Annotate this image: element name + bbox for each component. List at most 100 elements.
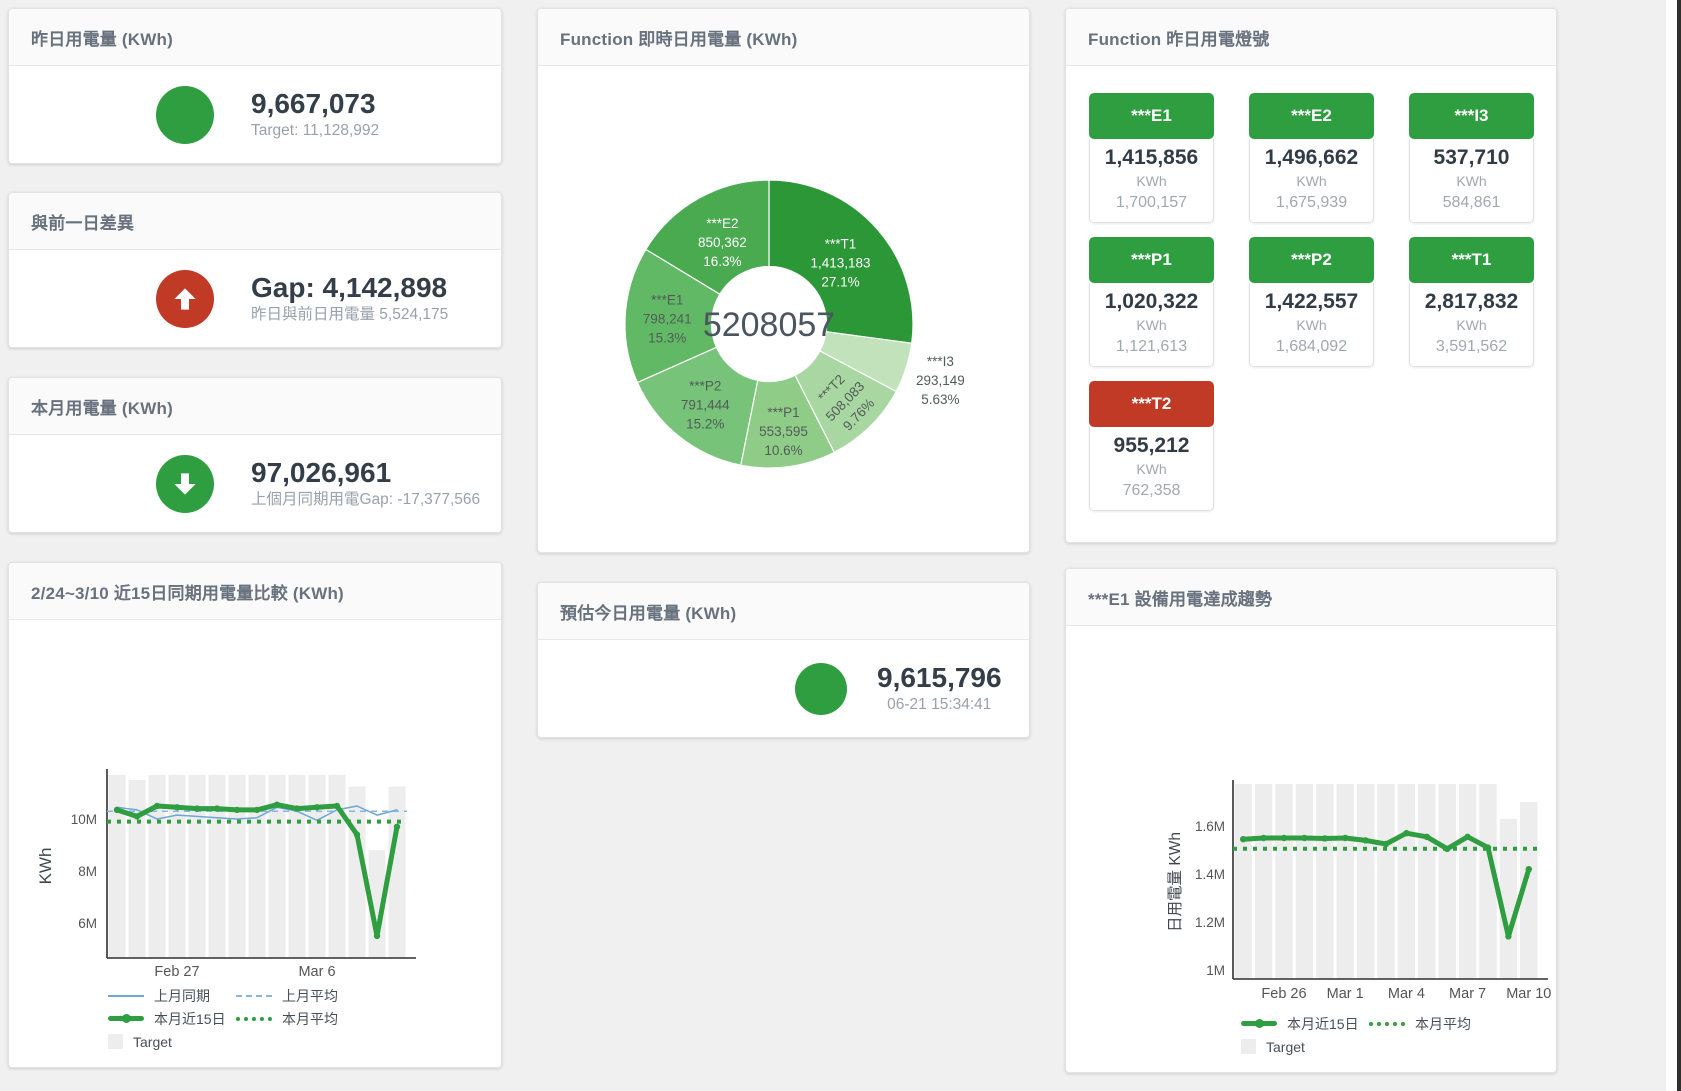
stat-subtitle: 上個月同期用電Gap: -17,377,566	[251, 489, 480, 511]
y-tick-label: 6M	[78, 916, 97, 931]
target-bar	[1398, 784, 1415, 979]
legend-swatch-icon	[236, 1017, 272, 1021]
scrollbar-edge[interactable]	[1677, 0, 1681, 1091]
legend-swatch-icon	[1369, 1022, 1405, 1026]
legend-label: 本月平均	[282, 1009, 338, 1029]
right-gutter	[1666, 0, 1677, 1091]
tile-body: 1,496,662KWh1,675,939	[1249, 139, 1374, 223]
stat-value: 97,026,961	[251, 456, 480, 489]
legend-item[interactable]: 本月平均	[1369, 1014, 1497, 1034]
series-marker	[174, 804, 180, 810]
target-bar	[1275, 784, 1292, 979]
series-marker	[1301, 835, 1307, 841]
panel-realtime-donut: Function 即時日用電量 (KWh) ***T11,413,18327.1…	[537, 8, 1030, 553]
x-tick-label: Mar 1	[1327, 986, 1364, 1002]
tile-value: 955,212	[1092, 433, 1211, 459]
legend-swatch-icon	[108, 1016, 144, 1021]
panel-header: 昨日用電量 (KWh)	[9, 9, 501, 66]
panel-e1-trend-chart: ***E1 設備用電達成趨勢 1M1.2M1.4M1.6MFeb 26Mar 1…	[1065, 568, 1557, 1073]
panel-header: Function 昨日用電燈號	[1066, 9, 1556, 66]
series-marker	[314, 804, 320, 810]
green-down-arrow-icon	[156, 455, 214, 513]
y-axis-label: KWh	[36, 848, 55, 885]
panel-today-estimate: 預估今日用電量 (KWh) 9,615,796 06-21 15:34:41	[537, 582, 1030, 738]
series-marker	[1464, 834, 1470, 840]
series-marker	[374, 933, 380, 939]
chart-legend: 上月同期上月平均本月近15日 本月平均 Target	[108, 986, 364, 1051]
series-marker	[294, 805, 300, 811]
panel-title: Function 昨日用電燈號	[1088, 25, 1269, 50]
stat-subtitle: 昨日與前日用電量 5,524,175	[251, 304, 448, 326]
status-tile: ***T12,817,832KWh3,591,562	[1409, 237, 1534, 367]
target-bar	[1255, 784, 1272, 979]
panel-15day-comparison-chart: 2/24~3/10 近15日同期用電量比較 (KWh) 6M8M10MFeb 2…	[8, 562, 502, 1068]
y-tick-label: 10M	[71, 812, 97, 827]
panel-header: 本月用電量 (KWh)	[9, 378, 501, 435]
legend-item[interactable]: Target	[108, 1034, 236, 1050]
target-bar	[209, 775, 226, 958]
panel-yesterday-usage: 昨日用電量 (KWh) 9,667,073 Target: 11,128,992	[8, 8, 502, 164]
panel-header: 與前一日差異	[9, 193, 501, 250]
y-axis-label: 日用電量 KWh	[1167, 832, 1184, 932]
panel-title: Function 即時日用電量 (KWh)	[560, 25, 797, 50]
panel-header: ***E1 設備用電達成趨勢	[1066, 569, 1556, 626]
tile-value: 1,020,322	[1092, 289, 1211, 315]
tile-name: ***T2	[1089, 381, 1214, 427]
series-marker	[134, 813, 140, 819]
legend-label: Target	[1266, 1039, 1305, 1055]
status-tile: ***E1 1,415,856KWh1,700,157	[1089, 93, 1214, 223]
stat-text: 97,026,961 上個月同期用電Gap: -17,377,566	[251, 456, 480, 511]
tile-unit: KWh	[1252, 171, 1371, 191]
series-marker	[154, 803, 160, 809]
legend-swatch-icon	[108, 1034, 123, 1049]
tile-body: 2,817,832KWh3,591,562	[1409, 283, 1534, 367]
legend-item[interactable]: 本月平均	[236, 1009, 364, 1029]
target-bar	[309, 775, 326, 958]
tile-unit: KWh	[1412, 171, 1531, 191]
tile-name: ***I3	[1409, 93, 1534, 139]
legend-label: 本月平均	[1415, 1014, 1471, 1034]
tile-unit: KWh	[1092, 171, 1211, 191]
tile-body: 537,710KWh584,861	[1409, 139, 1534, 223]
tile-target-value: 1,700,157	[1092, 191, 1211, 214]
tile-body: 1,020,322KWh1,121,613	[1089, 283, 1214, 367]
y-tick-label: 1.2M	[1195, 915, 1225, 930]
tile-unit: KWh	[1092, 315, 1211, 335]
tile-value: 2,817,832	[1412, 289, 1531, 315]
tile-value: 537,710	[1412, 145, 1531, 171]
chart-legend: 本月近15日 本月平均 Target	[1241, 1014, 1497, 1056]
panel-header: 2/24~3/10 近15日同期用電量比較 (KWh)	[9, 563, 501, 620]
legend-item[interactable]: 上月同期	[108, 986, 236, 1006]
legend-swatch-icon	[108, 995, 144, 997]
status-tile: ***T2955,212KWh762,358	[1089, 381, 1214, 511]
legend-item[interactable]: 上月平均	[236, 986, 364, 1006]
tile-unit: KWh	[1092, 459, 1211, 479]
legend-label: 本月近15日	[154, 1009, 226, 1029]
tile-value: 1,496,662	[1252, 145, 1371, 171]
panel-body: ***E11,415,856KWh1,700,157***E21,496,662…	[1066, 66, 1556, 542]
panel-status-lights: Function 昨日用電燈號 ***E11,415,856KWh1,700,1…	[1065, 8, 1557, 543]
chart-svg: 1M1.2M1.4M1.6MFeb 26Mar 1Mar 4Mar 7Mar 1…	[1066, 626, 1555, 1066]
panel-body: 97,026,961 上個月同期用電Gap: -17,377,566	[9, 435, 501, 532]
legend-item[interactable]: 本月近15日	[108, 1009, 236, 1029]
slice-label: ***I3293,1495.63%	[916, 354, 965, 407]
series-marker	[194, 805, 200, 811]
legend-item[interactable]: 本月近15日	[1241, 1014, 1369, 1034]
target-bar	[149, 775, 166, 958]
target-bar	[129, 780, 146, 958]
series-marker	[1526, 866, 1532, 872]
tile-value: 1,415,856	[1092, 145, 1211, 171]
green-status-circle-icon	[795, 663, 847, 715]
target-bar	[1337, 784, 1354, 979]
legend-item[interactable]: Target	[1241, 1039, 1369, 1055]
tile-name: ***E1	[1089, 93, 1214, 139]
tile-body: 955,212KWh762,358	[1089, 427, 1214, 511]
stat-subtitle: Target: 11,128,992	[251, 120, 379, 142]
series-marker	[1362, 837, 1368, 843]
series-marker	[1240, 836, 1246, 842]
target-bar	[1296, 784, 1313, 979]
stat-value: 9,615,796	[877, 661, 1002, 694]
tile-unit: KWh	[1412, 315, 1531, 335]
series-marker	[354, 831, 360, 837]
panel-day-gap: 與前一日差異 Gap: 4,142,898 昨日與前日用電量 5,524,175	[8, 192, 502, 348]
